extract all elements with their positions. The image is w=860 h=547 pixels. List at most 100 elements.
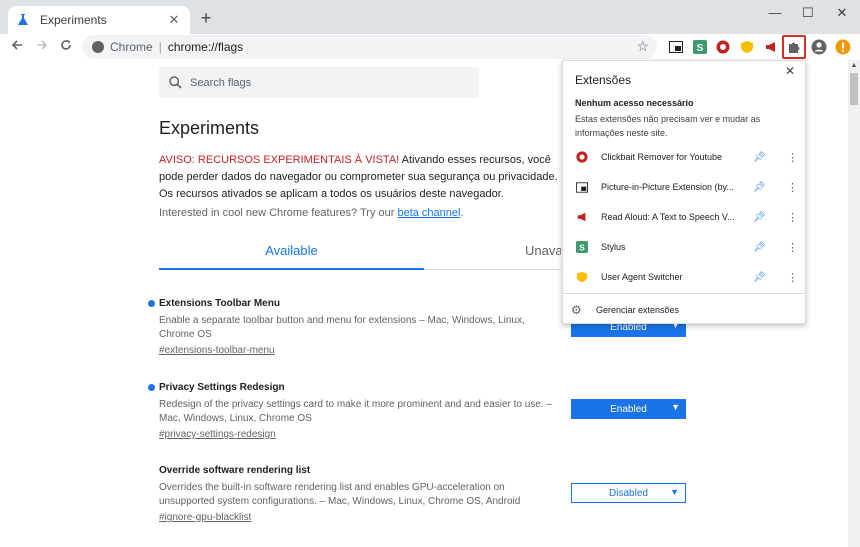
popup-section-heading: Nenhum acesso necessário <box>575 98 694 108</box>
read-aloud-extension-button[interactable] <box>761 37 781 57</box>
megaphone-icon <box>766 42 775 52</box>
more-options-icon[interactable]: ⋮ <box>787 211 798 224</box>
pip-icon <box>575 180 589 194</box>
tab-title: Experiments <box>40 13 107 27</box>
toolbar: Chrome | chrome://flags ☆ S <box>0 34 860 60</box>
beta-channel-link[interactable]: beta channel <box>397 207 460 219</box>
flags-tabs: Available Unavailable <box>159 236 561 270</box>
address-scheme: Chrome <box>110 40 153 54</box>
extension-item[interactable]: Clickbait Remover for Youtube 📌︎ ⋮ <box>563 142 805 172</box>
pin-icon[interactable]: 📌︎ <box>753 272 766 283</box>
extension-name: Read Aloud: A Text to Speech V... <box>601 212 735 222</box>
pip-extension-button[interactable] <box>666 37 686 57</box>
back-arrow-icon <box>11 40 22 50</box>
svg-text:S: S <box>697 43 704 54</box>
flag-anchor-link[interactable]: #privacy-settings-redesign <box>159 428 569 442</box>
flask-icon <box>18 14 28 25</box>
flag-select[interactable]: Enabled ▼ <box>571 399 686 419</box>
flag-name: Extensions Toolbar Menu <box>159 298 280 309</box>
address-url: chrome://flags <box>167 40 244 54</box>
extension-item[interactable]: User Agent Switcher 📌︎ ⋮ <box>563 262 805 292</box>
stylus-icon: S <box>693 40 707 54</box>
gear-icon: ⚙ <box>571 303 582 317</box>
site-info-icon[interactable] <box>92 41 104 53</box>
page-title: Experiments <box>159 118 260 138</box>
svg-text:S: S <box>579 242 585 252</box>
extension-name: Clickbait Remover for Youtube <box>601 152 723 162</box>
reload-button[interactable] <box>57 38 75 56</box>
clickbait-extension-button[interactable] <box>713 37 733 57</box>
new-tab-button[interactable]: + <box>197 9 215 27</box>
address-bar[interactable]: Chrome | chrome://flags ☆ <box>82 35 657 59</box>
modified-dot <box>148 384 155 391</box>
shield-icon <box>741 41 753 53</box>
popup-title: Extensões <box>575 73 632 87</box>
page-scrollbar[interactable]: ▲ <box>848 60 860 547</box>
popup-close-icon[interactable]: ✕ <box>783 64 797 78</box>
profile-button[interactable] <box>809 37 829 57</box>
tab-unavailable[interactable]: Unavailable <box>424 236 561 270</box>
back-button[interactable] <box>8 38 26 56</box>
manage-extensions-label: Gerenciar extensões <box>596 305 680 315</box>
minimize-button[interactable]: — <box>762 2 788 24</box>
tab-close-icon[interactable]: ✕ <box>166 12 182 28</box>
user-agent-extension-button[interactable] <box>737 37 757 57</box>
flag-select-value: Disabled <box>609 487 648 499</box>
pin-icon[interactable]: 📌︎ <box>753 152 766 163</box>
clickbait-icon <box>575 150 589 164</box>
flag-entry: Privacy Settings Redesign Redesign of th… <box>148 381 569 442</box>
chevron-down-icon: ▼ <box>671 402 680 412</box>
extension-item[interactable]: Read Aloud: A Text to Speech V... 📌︎ ⋮ <box>563 202 805 232</box>
bookmark-star-icon[interactable]: ☆ <box>636 38 649 55</box>
title-bar: Experiments ✕ + — ☐ ✕ <box>0 0 860 34</box>
flag-anchor-link[interactable]: #ignore-gpu-blacklist <box>159 511 569 525</box>
pin-icon[interactable]: 📌︎ <box>753 212 766 223</box>
stylus-icon: S <box>575 240 589 254</box>
flag-description: Overrides the built-in software renderin… <box>159 482 521 507</box>
pip-icon <box>669 41 683 53</box>
extensions-button[interactable] <box>782 35 806 59</box>
popup-divider <box>563 293 805 294</box>
search-icon <box>169 76 182 89</box>
flag-select[interactable]: Disabled ▼ <box>571 483 686 503</box>
tab-available[interactable]: Available <box>159 236 424 270</box>
flag-anchor-link[interactable]: #extensions-toolbar-menu <box>159 344 569 358</box>
update-menu-button[interactable] <box>833 37 853 57</box>
extensions-popup: ✕ Extensões Nenhum acesso necessário Est… <box>562 60 806 324</box>
extension-name: Picture-in-Picture Extension (by... <box>601 182 734 192</box>
pin-icon[interactable]: 📌︎ <box>753 182 766 193</box>
extension-name: User Agent Switcher <box>601 272 683 282</box>
experimental-warning: AVISO: RECURSOS EXPERIMENTAIS À VISTA! A… <box>159 152 559 203</box>
more-options-icon[interactable]: ⋮ <box>787 181 798 194</box>
more-options-icon[interactable]: ⋮ <box>787 151 798 164</box>
scroll-thumb[interactable] <box>850 73 858 105</box>
flag-description: Enable a separate toolbar button and men… <box>159 315 525 340</box>
flag-description: Redesign of the privacy settings card to… <box>159 399 552 424</box>
extension-item[interactable]: Picture-in-Picture Extension (by... 📌︎ ⋮ <box>563 172 805 202</box>
beta-note-text: Interested in cool new Chrome features? … <box>159 207 398 219</box>
modified-dot <box>148 300 155 307</box>
stylus-extension-button[interactable]: S <box>690 37 710 57</box>
window-close-button[interactable]: ✕ <box>829 2 855 24</box>
browser-tab[interactable]: Experiments ✕ <box>8 6 190 34</box>
more-options-icon[interactable]: ⋮ <box>787 271 798 284</box>
pin-icon[interactable]: 📌︎ <box>753 242 766 253</box>
manage-extensions-button[interactable]: ⚙ Gerenciar extensões <box>563 298 805 322</box>
forward-button[interactable] <box>33 38 51 56</box>
chevron-down-icon: ▼ <box>670 487 679 497</box>
more-options-icon[interactable]: ⋮ <box>787 241 798 254</box>
beta-note-end: . <box>460 207 464 219</box>
flag-name: Override software rendering list <box>159 465 311 476</box>
maximize-button[interactable]: ☐ <box>795 2 821 24</box>
flag-select-value: Enabled <box>610 403 647 415</box>
search-flags-input[interactable] <box>188 75 468 90</box>
search-flags-box[interactable] <box>159 67 479 98</box>
avatar-icon <box>811 39 827 55</box>
extension-name: Stylus <box>601 242 626 252</box>
flag-entry: Override software rendering list Overrid… <box>159 464 569 525</box>
clickbait-icon <box>716 40 730 54</box>
puzzle-icon <box>789 42 800 53</box>
extension-item[interactable]: S Stylus 📌︎ ⋮ <box>563 232 805 262</box>
scroll-up-icon[interactable]: ▲ <box>848 61 860 71</box>
flag-name: Privacy Settings Redesign <box>159 382 285 393</box>
